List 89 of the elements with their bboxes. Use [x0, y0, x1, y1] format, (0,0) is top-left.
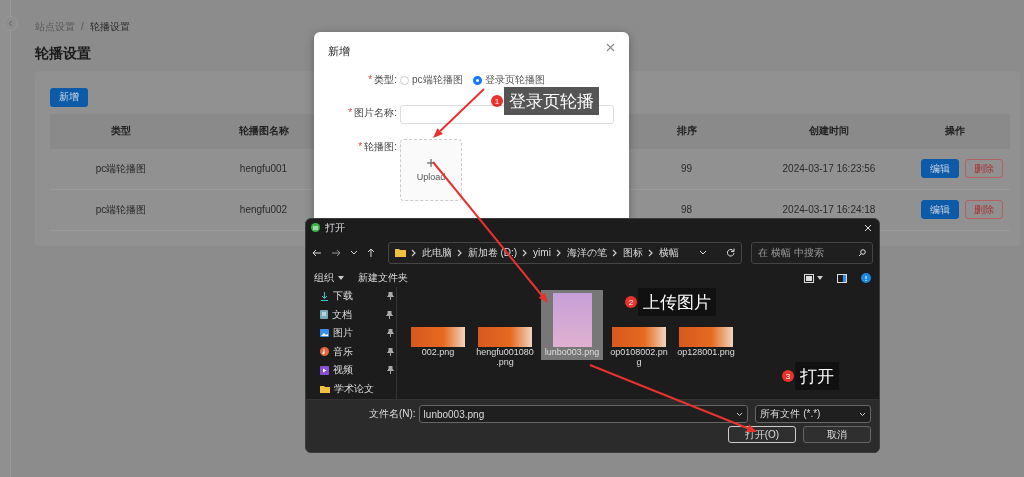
file-item[interactable]: hengfu001080.png — [474, 324, 536, 370]
table-cell: pc端轮播图 — [50, 148, 192, 189]
image-thumbnail — [478, 327, 532, 347]
path-segment[interactable]: 横幅 — [658, 245, 679, 260]
path-segment[interactable]: 图标 — [622, 245, 643, 260]
document-icon — [320, 310, 328, 320]
chevron-down-icon — [736, 411, 744, 417]
file-item[interactable]: op128001.png — [675, 324, 737, 360]
chevron-right-icon — [647, 248, 654, 257]
path-segment[interactable]: yimi — [533, 247, 551, 258]
search-icon — [858, 248, 866, 257]
breadcrumb-separator: / — [81, 21, 84, 33]
required-mark: * — [348, 106, 353, 120]
table-cell: pc端轮播图 — [50, 189, 192, 230]
file-type-dropdown[interactable]: 所有文件 (*.*) — [755, 405, 871, 423]
field-label: 图片名称: — [354, 106, 397, 120]
chevron-down-icon[interactable] — [699, 250, 708, 255]
file-name-field[interactable]: lunbo003.png — [418, 405, 749, 423]
radio-option[interactable]: pc端轮播图 — [400, 73, 463, 87]
download-icon — [320, 291, 329, 301]
sidebar-item[interactable]: 下载 — [333, 289, 383, 304]
picture-icon — [320, 329, 329, 338]
annotation-label: 打开 — [795, 362, 839, 390]
path-segment[interactable]: 海洋の笔 — [566, 245, 607, 260]
edit-button[interactable]: 编辑 — [921, 159, 959, 178]
sidebar-item[interactable]: 音乐 — [333, 344, 383, 359]
organize-menu[interactable]: 组织 — [314, 271, 344, 285]
image-thumbnail — [612, 327, 666, 347]
pin-icon — [387, 347, 394, 356]
music-icon — [320, 347, 329, 357]
annotation-label: 上传图片 — [638, 288, 716, 316]
annotation-arrow — [433, 88, 485, 138]
edit-button[interactable]: 编辑 — [921, 200, 959, 219]
search-field[interactable]: 在 横幅 中搜索 — [751, 241, 873, 264]
new-folder-button[interactable]: 新建文件夹 — [358, 271, 408, 285]
required-mark: * — [368, 73, 373, 87]
view-icon[interactable] — [804, 273, 814, 283]
add-button[interactable]: 新增 — [50, 87, 88, 107]
annotation-label: 登录页轮播 — [504, 87, 599, 115]
field-label: 类型: — [374, 73, 397, 87]
chevron-right-icon — [456, 248, 463, 257]
chevron-right-icon — [555, 248, 562, 257]
required-mark: * — [358, 140, 363, 154]
chevron-down-icon[interactable] — [349, 250, 358, 255]
forward-icon[interactable] — [330, 248, 341, 257]
field-label: 轮播图: — [364, 140, 397, 154]
back-icon[interactable] — [312, 248, 322, 257]
radio-option[interactable]: 登录页轮播图 — [472, 73, 545, 87]
image-thumbnail — [552, 293, 592, 347]
page-title: 轮播设置 — [35, 45, 91, 61]
chevron-down-icon — [859, 411, 866, 417]
chevron-right-icon — [410, 248, 417, 257]
upload-button[interactable]: Upload — [400, 139, 462, 201]
sidebar-item[interactable]: 文档 — [332, 307, 382, 322]
help-icon[interactable] — [861, 273, 871, 283]
pin-icon — [387, 366, 394, 375]
chevron-right-icon — [611, 248, 618, 257]
dialog-title: 新增 — [328, 44, 350, 59]
column-header: 类型 — [50, 113, 192, 149]
column-header: 操作 — [900, 113, 1010, 149]
up-icon[interactable] — [366, 247, 375, 258]
caret-icon — [817, 276, 823, 280]
pin-icon — [386, 310, 393, 319]
folder-icon — [394, 248, 406, 257]
chevron-right-icon — [522, 248, 529, 257]
sidebar-item[interactable]: 视频 — [333, 363, 383, 378]
file-item[interactable]: lunbo003.png — [541, 290, 603, 360]
video-icon — [320, 365, 329, 375]
plus-icon — [427, 158, 435, 167]
preview-pane-icon[interactable] — [837, 273, 847, 283]
image-thumbnail — [411, 327, 465, 347]
image-thumbnail — [679, 327, 733, 347]
table-cell: 2024-03-17 16:23:56 — [758, 148, 900, 189]
folder-icon — [320, 384, 330, 393]
pin-icon — [387, 329, 394, 338]
pin-icon — [387, 292, 394, 301]
sidebar-item[interactable]: 学术论文 — [334, 381, 384, 396]
file-item[interactable]: op0108002.png — [608, 324, 670, 370]
path-segment[interactable]: 此电脑 — [421, 245, 452, 260]
app-icon — [311, 223, 320, 232]
file-item[interactable]: 002.png — [407, 324, 469, 360]
column-header: 创建时间 — [758, 113, 900, 149]
file-name-label: 文件名(N): — [367, 407, 416, 421]
sidebar-item[interactable]: 图片 — [333, 326, 383, 341]
chevron-left-icon — [8, 20, 13, 27]
caret-icon — [338, 276, 344, 280]
breadcrumb-current: 轮播设置 — [89, 21, 130, 33]
cancel-button[interactable]: 取消 — [803, 426, 871, 443]
refresh-icon[interactable] — [726, 248, 736, 257]
